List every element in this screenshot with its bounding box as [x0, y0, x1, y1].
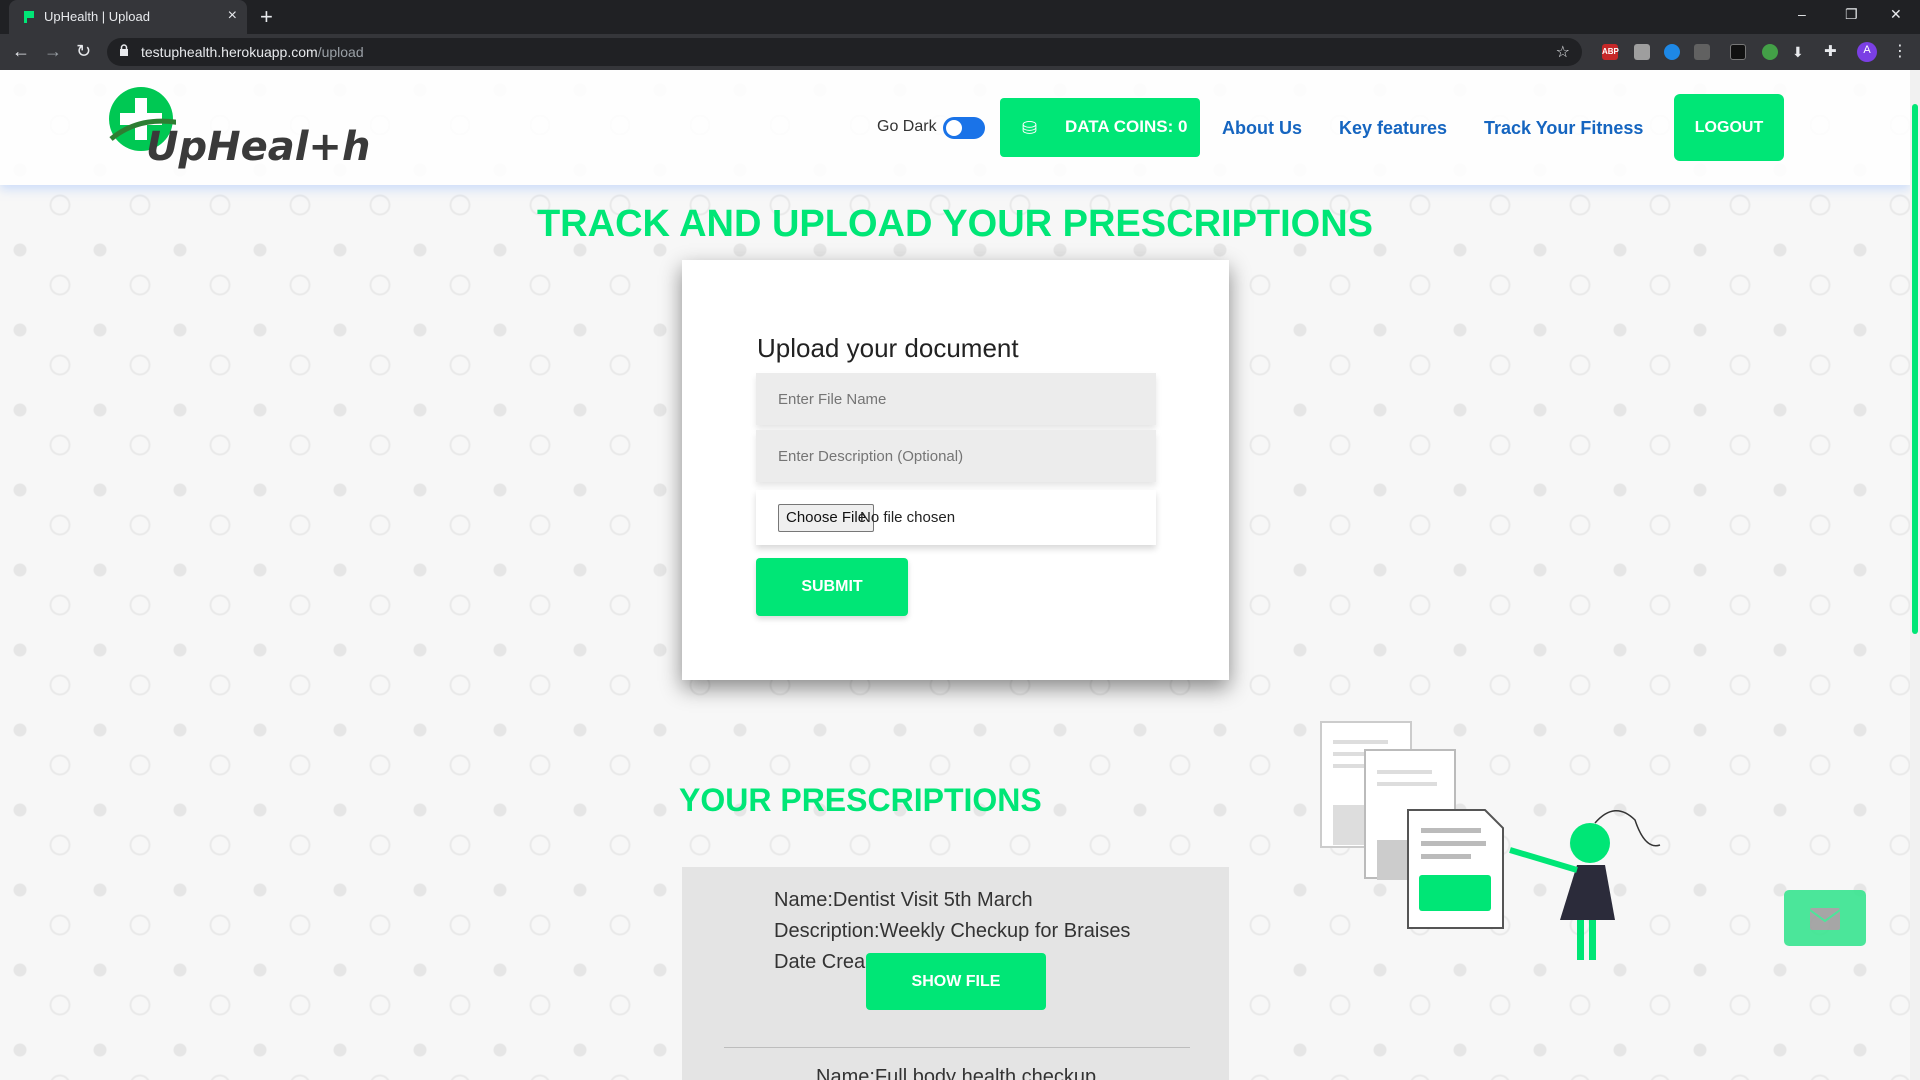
upload-card: Upload your document Choose File No file…	[682, 260, 1229, 680]
page-viewport: UpHeal+h Go Dark ⛁ DATA COINS: 0 About U…	[0, 70, 1920, 1080]
bookmark-star-icon[interactable]: ☆	[1556, 42, 1570, 62]
submit-button[interactable]: SUBMIT	[756, 558, 908, 616]
prescriptions-heading: YOUR PRESCRIPTIONS	[679, 782, 1042, 818]
upload-card-title: Upload your document	[757, 333, 1019, 363]
site-header: UpHeal+h Go Dark ⛁ DATA COINS: 0 About U…	[0, 70, 1910, 185]
mail-icon	[1810, 908, 1840, 930]
uphealth-logo[interactable]: UpHeal+h	[106, 84, 370, 174]
green-extension-icon[interactable]	[1762, 44, 1778, 60]
upload-heading: TRACK AND UPLOAD YOUR PRESCRIPTIONS	[536, 203, 1374, 245]
forward-icon[interactable]: →	[44, 41, 62, 62]
extensions-puzzle-icon[interactable]: ✚	[1824, 44, 1840, 60]
profile-avatar[interactable]: A	[1857, 42, 1877, 62]
prescription-date: Date Crea	[774, 951, 866, 973]
prescriptions-list: Name:Dentist Visit 5th March Description…	[682, 867, 1229, 1080]
dark-mode-toggle[interactable]	[943, 117, 985, 139]
lock-icon	[120, 44, 128, 56]
show-file-button[interactable]: SHOW FILE	[866, 953, 1046, 1010]
nav-about-us[interactable]: About Us	[1222, 118, 1302, 139]
browser-menu-icon[interactable]: ⋮	[1892, 44, 1908, 60]
coins-icon: ⛁	[1022, 118, 1038, 138]
download-extension-icon[interactable]: ⬇	[1792, 44, 1808, 60]
gray-extension-icon[interactable]	[1694, 44, 1710, 60]
documents-illustration	[1320, 721, 1661, 960]
toggle-knob	[946, 120, 962, 136]
description-input[interactable]	[756, 430, 1156, 482]
data-coins-button[interactable]: ⛁ DATA COINS: 0	[1000, 98, 1200, 157]
blue-extension-icon[interactable]	[1664, 44, 1680, 60]
go-dark-label: Go Dark	[877, 118, 937, 135]
browser-tab-bar: UpHealth | Upload × + – ❐ ✕	[0, 0, 1920, 34]
logo-text: UpHeal+h	[146, 124, 371, 170]
url-text: testuphealth.herokuapp.com/upload	[141, 44, 364, 60]
prescription-name: Name:Dentist Visit 5th March	[774, 889, 1033, 911]
uphealth-favicon-icon	[24, 11, 34, 23]
back-icon[interactable]: ←	[12, 41, 30, 62]
nav-key-features[interactable]: Key features	[1339, 118, 1447, 139]
close-window-icon[interactable]: ✕	[1890, 6, 1902, 23]
scrollbar-thumb[interactable]	[1912, 104, 1918, 634]
file-name-input[interactable]	[756, 373, 1156, 425]
page-scrollbar[interactable]	[1910, 70, 1920, 1080]
nav-track-your-fitness[interactable]: Track Your Fitness	[1484, 118, 1643, 139]
url-input[interactable]: testuphealth.herokuapp.com/upload ☆	[107, 38, 1582, 66]
minimize-icon[interactable]: –	[1798, 6, 1806, 22]
browser-tab[interactable]: UpHealth | Upload ×	[9, 0, 247, 34]
camera-extension-icon[interactable]	[1634, 44, 1650, 60]
adblock-icon[interactable]: ABP	[1602, 44, 1619, 60]
no-file-chosen-text: No file chosen	[860, 509, 956, 526]
new-tab-icon[interactable]: +	[260, 4, 273, 30]
logout-button[interactable]: LOGOUT	[1674, 94, 1784, 161]
black-extension-icon[interactable]	[1730, 44, 1746, 60]
tab-title: UpHealth | Upload	[44, 9, 150, 24]
close-tab-icon[interactable]: ×	[228, 7, 237, 25]
address-bar-row: ← → ↻ testuphealth.herokuapp.com/upload …	[0, 34, 1920, 70]
prescription-description: Description:Weekly Checkup for Braises	[774, 920, 1131, 942]
data-coins-label: DATA COINS: 0	[1065, 117, 1188, 136]
restore-icon[interactable]: ❐	[1845, 6, 1858, 23]
prescription-divider	[724, 1047, 1190, 1048]
prescription-name: Name:Full body health checkup	[816, 1066, 1097, 1080]
file-picker: Choose File No file chosen	[756, 490, 1156, 545]
contact-mail-button[interactable]	[1784, 890, 1866, 946]
reload-icon[interactable]: ↻	[76, 41, 91, 62]
